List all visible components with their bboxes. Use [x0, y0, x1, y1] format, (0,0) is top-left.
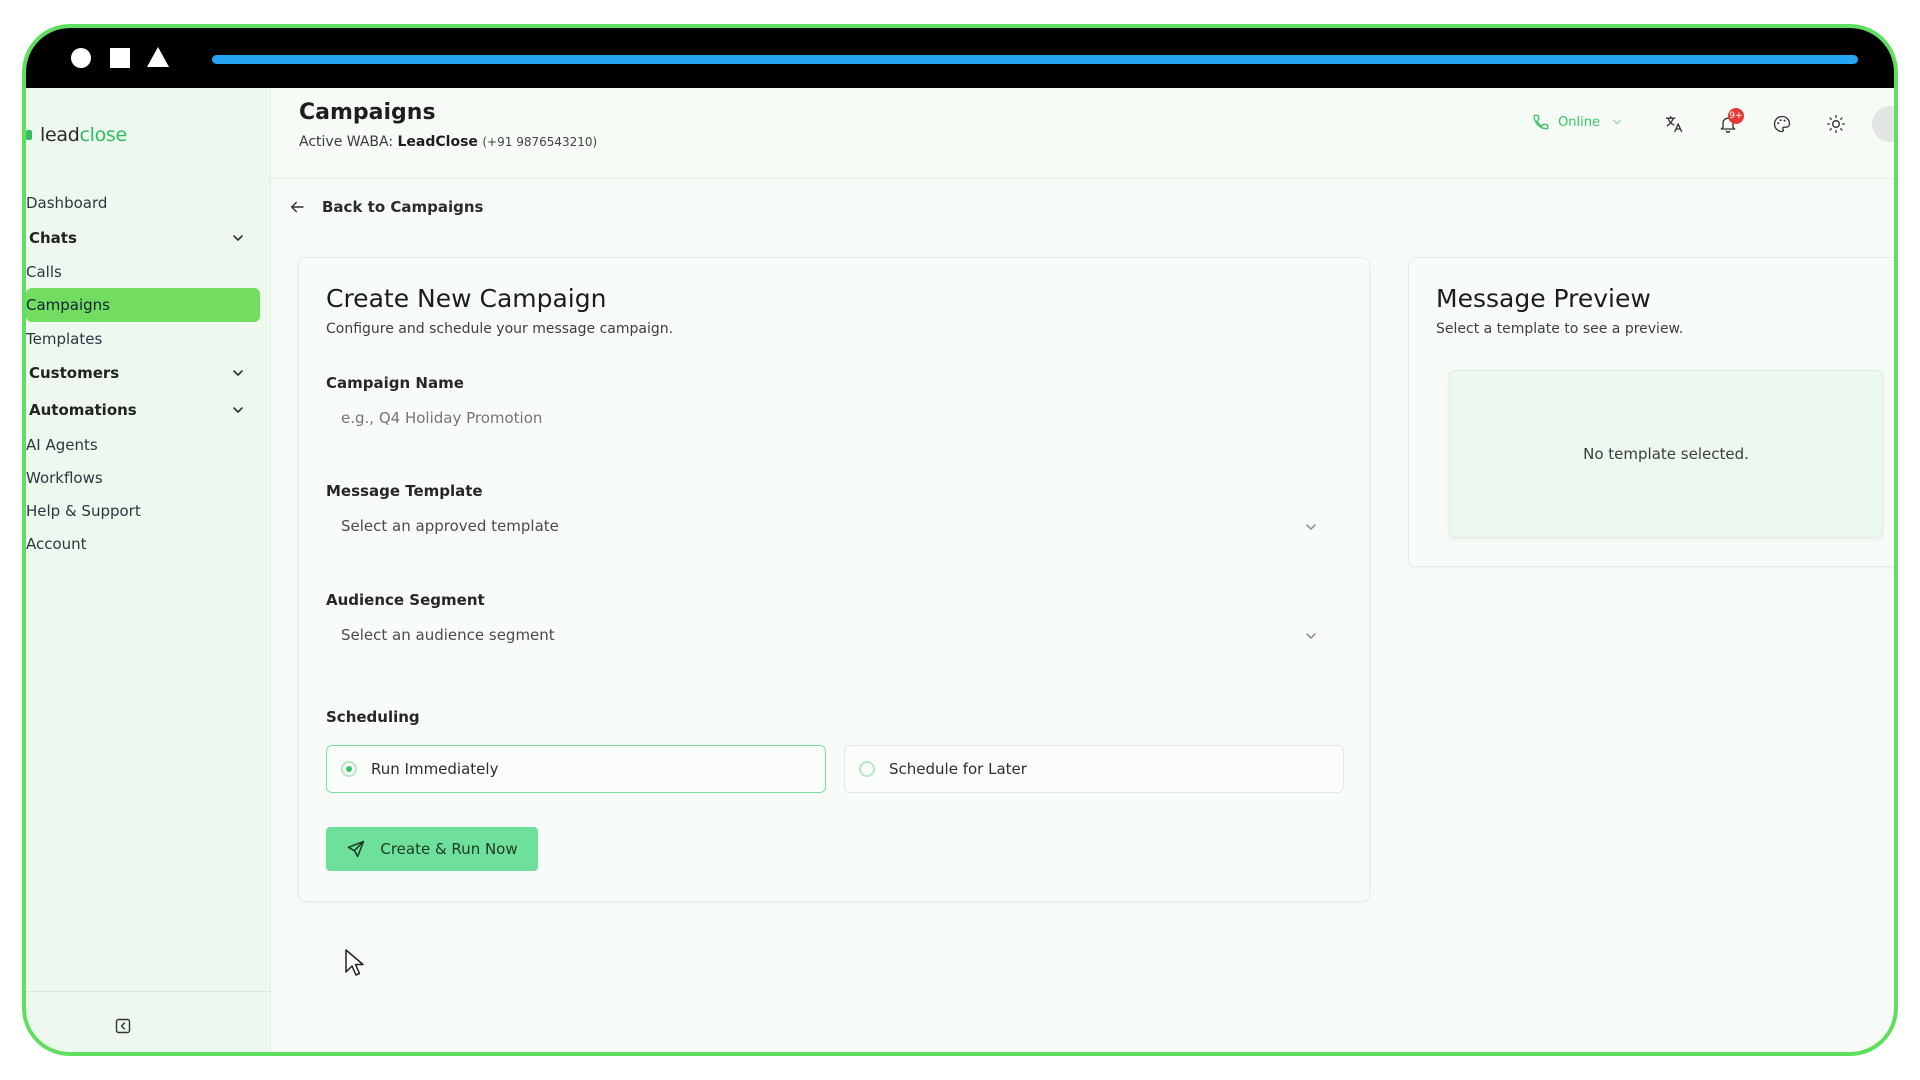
campaign-name-input[interactable] [326, 396, 1338, 440]
sidebar-item-label: Help & Support [26, 502, 141, 520]
sidebar-item-campaigns[interactable]: Campaigns [26, 288, 260, 322]
message-preview-card: Message Preview Select a template to see… [1408, 257, 1894, 567]
sidebar-item-label: Account [26, 535, 87, 553]
translate-icon[interactable] [1664, 114, 1684, 134]
back-to-campaigns-link[interactable]: Back to Campaigns [288, 198, 483, 216]
chevron-down-icon [233, 407, 243, 413]
window-topbar [26, 28, 1894, 88]
preview-box: No template selected. [1449, 370, 1883, 538]
schedule-later-label: Schedule for Later [889, 760, 1027, 778]
sidebar-item-account[interactable]: Account [26, 527, 260, 561]
send-icon [348, 840, 365, 858]
square-icon [110, 48, 130, 68]
template-select-value: Select an approved template [341, 517, 559, 535]
waba-name: LeadClose [397, 134, 478, 150]
chevron-down-icon [1306, 633, 1316, 639]
sidebar-item-dashboard[interactable]: Dashboard [26, 186, 260, 220]
audience-select-value: Select an audience segment [341, 626, 555, 644]
phone-icon [1533, 114, 1549, 130]
avatar[interactable] [1872, 106, 1894, 142]
run-immediately-option[interactable]: Run Immediately [326, 745, 826, 793]
schedule-later-radio[interactable] [859, 761, 875, 777]
app-frame: lead close Dashboard Chats Calls Campaign… [22, 24, 1898, 1056]
active-waba: Active WABA: LeadClose (+91 9876543210) [299, 134, 597, 150]
sidebar-item-label: AI Agents [26, 436, 98, 454]
logo-mark-icon [26, 130, 32, 140]
create-campaign-card: Create New Campaign Configure and schedu… [298, 257, 1370, 902]
sidebar-item-calls[interactable]: Calls [26, 255, 260, 289]
chevron-down-icon [1612, 119, 1622, 125]
status-dropdown[interactable]: Online [1532, 113, 1624, 131]
form-subtitle: Configure and schedule your message camp… [326, 321, 674, 337]
create-run-label: Create & Run Now [380, 840, 518, 858]
sidebar-item-templates[interactable]: Templates [26, 322, 260, 356]
sidebar-item-automations[interactable]: Automations [26, 393, 260, 427]
message-template-select[interactable]: Select an approved template [326, 504, 1338, 548]
sidebar-item-ai-agents[interactable]: AI Agents [26, 428, 260, 462]
collapse-sidebar-icon[interactable] [115, 1018, 131, 1034]
sidebar-item-label: Chats [29, 229, 77, 247]
circle-icon [71, 48, 91, 68]
scheduling-label: Scheduling [326, 708, 420, 726]
preview-empty-text: No template selected. [1583, 445, 1749, 463]
sun-icon[interactable] [1826, 114, 1846, 134]
sidebar-item-label: Customers [29, 364, 120, 382]
run-immediately-radio[interactable] [341, 761, 357, 777]
chevron-down-icon [233, 370, 243, 376]
sidebar: lead close Dashboard Chats Calls Campaign… [26, 88, 271, 1052]
sidebar-item-label: Automations [29, 401, 137, 419]
sidebar-item-label: Calls [26, 263, 62, 281]
sidebar-divider [26, 991, 270, 992]
back-link-label: Back to Campaigns [322, 198, 484, 216]
sidebar-item-label: Workflows [26, 469, 103, 487]
schedule-later-option[interactable]: Schedule for Later [844, 745, 1344, 793]
waba-prefix: Active WABA: [299, 134, 394, 150]
run-immediately-label: Run Immediately [371, 760, 499, 778]
sidebar-item-label: Templates [26, 330, 103, 348]
sidebar-item-label: Dashboard [26, 194, 108, 212]
message-template-label: Message Template [326, 482, 483, 500]
form-title: Create New Campaign [326, 284, 607, 313]
sidebar-item-chats[interactable]: Chats [26, 221, 260, 255]
audience-segment-select[interactable]: Select an audience segment [326, 613, 1338, 657]
arrow-left-icon [291, 201, 304, 213]
waba-phone: (+91 9876543210) [482, 135, 598, 149]
page-title: Campaigns [299, 100, 436, 125]
progress-bar [212, 55, 1858, 64]
notification-badge: 9+ [1728, 108, 1744, 124]
triangle-icon [147, 47, 169, 67]
campaign-name-label: Campaign Name [326, 374, 464, 392]
sidebar-item-help-support[interactable]: Help & Support [26, 494, 260, 528]
progress-fill [212, 55, 1858, 64]
sidebar-item-customers[interactable]: Customers [26, 356, 260, 390]
chevron-down-icon [1306, 524, 1316, 530]
notifications-button[interactable]: 9+ [1718, 108, 1744, 134]
preview-title: Message Preview [1436, 284, 1651, 313]
create-run-button[interactable]: Create & Run Now [326, 827, 538, 871]
page-header: Campaigns Active WABA: LeadClose (+91 98… [271, 88, 1894, 179]
palette-icon[interactable] [1772, 114, 1792, 134]
logo-text-lead: lead [40, 124, 80, 146]
sidebar-item-label: Campaigns [26, 296, 111, 314]
logo[interactable]: lead close [26, 124, 127, 146]
mouse-cursor-icon [345, 949, 364, 976]
logo-text-close: close [79, 124, 127, 146]
audience-segment-label: Audience Segment [326, 591, 485, 609]
preview-subtitle: Select a template to see a preview. [1436, 321, 1684, 337]
status-label: Online [1558, 114, 1600, 130]
sidebar-item-workflows[interactable]: Workflows [26, 461, 260, 495]
chevron-down-icon [233, 235, 243, 241]
